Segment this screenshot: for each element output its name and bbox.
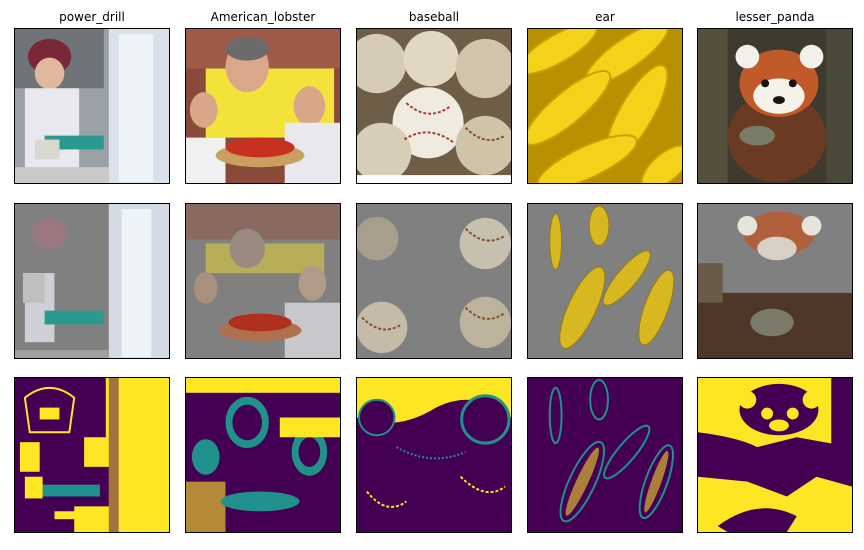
masked-image-ear bbox=[527, 203, 683, 359]
mask-power-drill bbox=[14, 377, 170, 533]
masked-image-power-drill bbox=[14, 203, 170, 359]
original-image-american-lobster bbox=[185, 28, 341, 184]
original-image-power-drill bbox=[14, 28, 170, 184]
mask-american-lobster bbox=[185, 377, 341, 533]
column-title-american-lobster: American_lobster bbox=[210, 10, 316, 24]
masked-image-baseball bbox=[356, 203, 512, 359]
mask-baseball bbox=[356, 377, 512, 533]
column-title-baseball: baseball bbox=[408, 10, 460, 24]
column-title-lesser-panda: lesser_panda bbox=[735, 10, 815, 24]
column-title-ear: ear bbox=[595, 10, 615, 24]
masked-image-american-lobster bbox=[185, 203, 341, 359]
mask-lesser-panda bbox=[697, 377, 853, 533]
masked-image-lesser-panda bbox=[697, 203, 853, 359]
original-image-ear bbox=[527, 28, 683, 184]
mask-ear bbox=[527, 377, 683, 533]
original-image-baseball bbox=[356, 28, 512, 184]
original-image-lesser-panda bbox=[697, 28, 853, 184]
column-title-power-drill: power_drill bbox=[59, 10, 125, 24]
